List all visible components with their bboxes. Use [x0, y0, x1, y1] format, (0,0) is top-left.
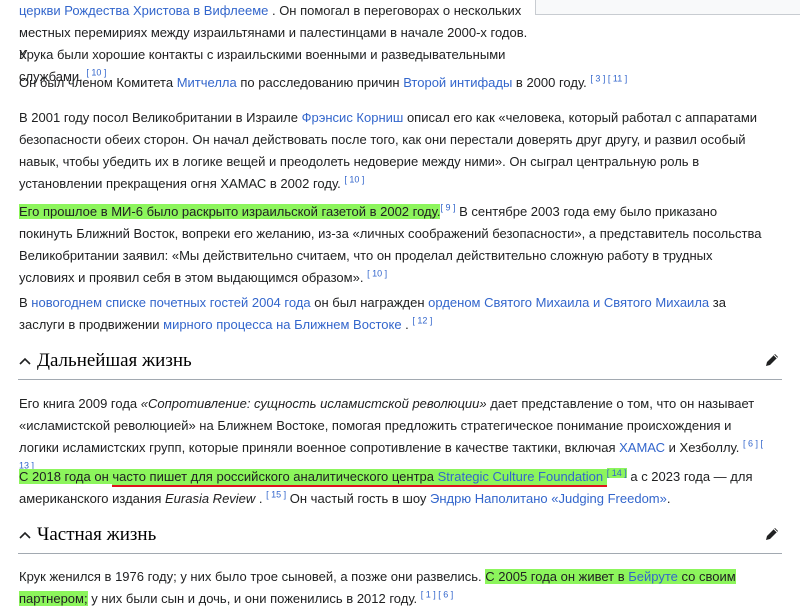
text: Крук женился в 1976 году; у них было тро… — [19, 569, 486, 584]
link-francis-cornish[interactable]: Фрэнсис Корниш — [302, 110, 404, 125]
text: Его книга 2009 года — [19, 396, 141, 411]
book-title: «Сопротивление: сущность исламистской ре… — [140, 396, 487, 411]
paragraph-mediation: церкви Рождества Христова в Вифлееме . О… — [19, 0, 539, 84]
text: В 2001 году посол Великобритании в Израи… — [19, 110, 302, 125]
text: он был награжден — [310, 295, 429, 310]
link-hamas[interactable]: ХАМАС — [619, 440, 665, 455]
text: и Хезболлу. — [665, 440, 743, 455]
text: Он частый гость в шоу — [286, 491, 431, 506]
reference-1-6[interactable]: [ 1 ] [ 6 ] — [421, 590, 454, 600]
link-new-year-honours[interactable]: новогоднем списке почетных гостей 2004 г… — [31, 295, 310, 310]
section-title: Дальнейшая жизнь — [37, 350, 192, 371]
link-order-st-michael[interactable]: орденом Святого Михаила и Святого Михаил… — [428, 295, 709, 310]
text: . Он помогал в переговорах о нескольких — [268, 3, 522, 18]
link-mitchell[interactable]: Митчелла — [177, 75, 237, 90]
paragraph-personal-life: Крук женился в 1976 году; у них было тро… — [19, 566, 769, 610]
reference-12[interactable]: [ 12 ] — [412, 316, 432, 326]
link-beirut[interactable]: Бейруте — [628, 569, 678, 584]
text: по расследованию причин — [236, 75, 404, 90]
paragraph-honours: В новогоднем списке почетных гостей 2004… — [19, 292, 769, 336]
reference-9[interactable]: [ 9 ] — [440, 203, 455, 213]
link-church-of-nativity[interactable]: церкви Рождества Христова в Вифлееме — [19, 3, 268, 18]
underlined-highlighted-text: часто пишет для российского аналитическо… — [112, 469, 438, 487]
link-strategic-culture-foundation[interactable]: Strategic Culture Foundation — [437, 469, 604, 487]
publication-title: Eurasia Review — [164, 491, 256, 506]
highlighted-text: С 2018 года он — [19, 469, 113, 484]
highlighted-text: Его прошлое в МИ-6 было раскрыто израиль… — [19, 204, 441, 219]
paragraph-strategic-culture: С 2018 года он часто пишет для российско… — [19, 466, 769, 510]
text: у них были сын и дочь, и они поженились … — [87, 591, 421, 606]
reference-10[interactable]: [ 10 ] — [367, 269, 387, 279]
link-second-intifada[interactable]: Второй интифады — [403, 75, 512, 90]
text: . — [255, 491, 267, 506]
section-title: Частная жизнь — [37, 524, 157, 545]
link-judging-freedom[interactable]: Эндрю Наполитано «Judging Freedom» — [430, 491, 667, 506]
reference-10[interactable]: [ 10 ] — [344, 175, 364, 185]
text: местных перемириях между израильтянами и… — [19, 25, 528, 62]
pencil-edit-icon[interactable] — [764, 526, 780, 542]
text: . — [666, 491, 671, 506]
text: . — [401, 317, 413, 332]
reference-3-11[interactable]: [ 3 ] [ 11 ] — [590, 74, 627, 84]
text: Он был членом Комитета — [19, 75, 177, 90]
reference-15[interactable]: [ 15 ] — [266, 490, 286, 500]
infobox-edge — [535, 0, 800, 15]
highlighted-text: С 2005 года он живет в — [485, 569, 629, 584]
reference-14[interactable]: [ 14 ] — [606, 467, 627, 478]
paragraph-mi6-exposure: Его прошлое в МИ-6 было раскрыто израиль… — [19, 201, 769, 289]
paragraph-cornish-quote: В 2001 году посол Великобритании в Израи… — [19, 107, 769, 195]
chevron-up-icon[interactable] — [18, 528, 32, 542]
text: в 2000 году. — [512, 75, 591, 90]
section-heading-personal-life: Частная жизнь — [18, 523, 782, 554]
pencil-edit-icon[interactable] — [764, 352, 780, 368]
chevron-up-icon[interactable] — [18, 354, 32, 368]
text: В — [19, 295, 32, 310]
section-heading-later-life: Дальнейшая жизнь — [18, 349, 782, 380]
link-peace-process[interactable]: мирного процесса на Ближнем Востоке — [163, 317, 401, 332]
paragraph-mitchell-committee: Он был членом Комитета Митчелла по рассл… — [19, 72, 769, 94]
